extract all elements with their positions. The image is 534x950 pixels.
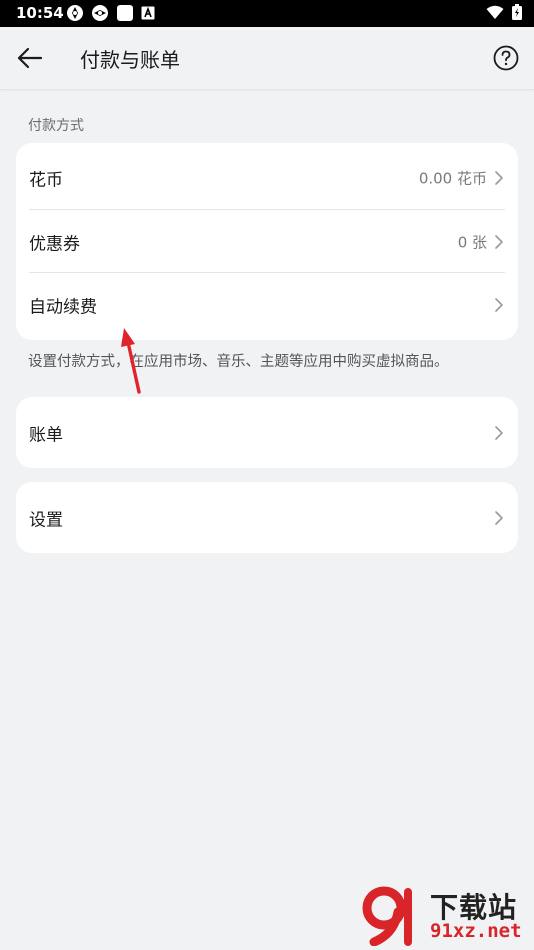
chevron-right-icon xyxy=(495,171,503,185)
row-label: 设置 xyxy=(29,510,63,530)
square-notification-icon xyxy=(117,5,133,21)
row-bill[interactable]: 账单 xyxy=(16,397,518,468)
back-arrow-icon[interactable] xyxy=(15,44,45,72)
app-bar: 付款与账单 xyxy=(0,27,534,90)
a-notification-icon xyxy=(141,6,155,20)
row-coupons[interactable]: 优惠券 0 张 xyxy=(16,210,518,274)
payment-description: 设置付款方式，在应用市场、音乐、主题等应用中购买虚拟商品。 xyxy=(28,354,449,370)
settings-card: 设置 xyxy=(16,482,518,553)
status-system-icons xyxy=(486,4,522,20)
bill-card: 账单 xyxy=(16,397,518,468)
row-label: 账单 xyxy=(29,425,63,445)
status-notification-icons xyxy=(66,4,155,22)
chevron-right-icon xyxy=(495,298,503,312)
watermark: 下载站 91xz.net xyxy=(360,886,530,946)
row-label: 花币 xyxy=(29,170,63,191)
chevron-right-icon xyxy=(495,235,503,249)
payment-methods-card: 花币 0.00 花币 优惠券 0 张 自动续费 xyxy=(16,143,518,340)
row-auto-renew[interactable]: 自动续费 xyxy=(16,273,518,337)
row-huabi[interactable]: 花币 0.00 花币 xyxy=(16,146,518,210)
status-bar: 10:54 xyxy=(0,0,534,27)
row-value: 0.00 花币 xyxy=(418,169,487,188)
wifi-icon xyxy=(486,5,504,19)
row-label: 自动续费 xyxy=(29,297,97,318)
section-label-payment-methods: 付款方式 xyxy=(28,118,84,134)
battery-icon xyxy=(512,4,522,20)
watermark-logo-icon xyxy=(362,886,412,946)
chevron-right-icon xyxy=(495,510,503,525)
page-title: 付款与账单 xyxy=(80,48,180,72)
app-notification-icon xyxy=(67,5,83,21)
status-time: 10:54 xyxy=(16,4,64,22)
row-settings[interactable]: 设置 xyxy=(16,482,518,553)
app-notification-icon xyxy=(92,5,108,21)
row-label: 优惠券 xyxy=(29,234,80,255)
watermark-url: 91xz.net xyxy=(430,920,522,942)
annotation-arrow-icon xyxy=(121,328,141,394)
row-value: 0 张 xyxy=(457,233,487,252)
help-icon[interactable] xyxy=(492,44,520,72)
chevron-right-icon xyxy=(495,425,503,440)
